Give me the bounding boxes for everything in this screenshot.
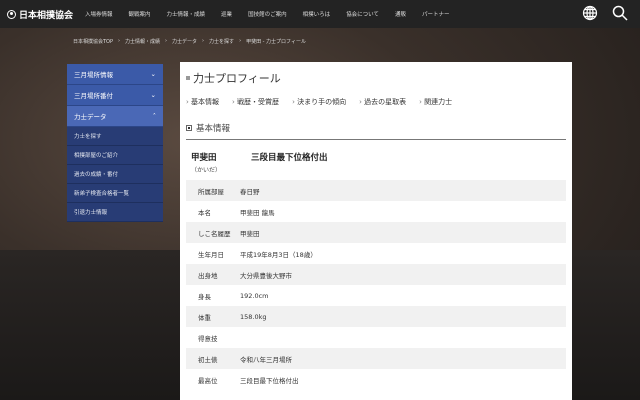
breadcrumb-item[interactable]: 日本相撲協会TOP — [73, 38, 113, 45]
logo-text: 日本相撲協会 — [19, 10, 74, 21]
rikishi-kana: （かいだ） — [191, 167, 222, 174]
row-value: 甲斐田 龍馬 — [240, 208, 275, 217]
row-label: 身長 — [198, 292, 211, 301]
rikishi-name: 甲斐田 — [191, 153, 217, 163]
row-label: 出身地 — [198, 271, 218, 280]
tab-related[interactable]: 関連力士 — [419, 97, 452, 107]
sidebar-subitem[interactable]: 引退力士情報 — [67, 203, 163, 222]
row-value: 令和八年三月場所 — [240, 355, 292, 364]
nav-item[interactable]: 国技館のご案内 — [248, 10, 287, 18]
row-value: 三段目最下位格付出 — [240, 376, 299, 385]
chevron-up-icon: ˄ — [152, 112, 156, 120]
table-row: 体重 158.0kg — [186, 306, 566, 327]
breadcrumb-item[interactable]: 力士を探す — [209, 38, 234, 45]
table-row: 出身地 大分県豊後大野市 — [186, 264, 566, 285]
nav-item[interactable]: 相撲いろは — [303, 10, 331, 18]
table-row: 所属部屋 春日野 — [186, 180, 566, 201]
row-value: 春日野 — [240, 187, 260, 196]
site-header: 日本相撲協会 入場券情報 観戦案内 力士情報・成績 巡業 国技館のご案内 相撲い… — [0, 0, 640, 28]
nav-item[interactable]: 通販 — [395, 10, 406, 18]
page-title-text: 力士プロフィール — [193, 72, 281, 85]
sidebar-item[interactable]: 力士データ ˄ — [67, 106, 163, 127]
row-label: しこ名履歴 — [198, 229, 231, 238]
sidebar: 三月場所情報 ⌄ 三月場所番付 ⌄ 力士データ ˄ 力士を探す 相撲部屋のご紹介 過去… — [67, 64, 163, 222]
rikishi-rank: 三段目最下位格付出 — [251, 153, 328, 163]
sidebar-subitem[interactable]: 力士を探す — [67, 127, 163, 146]
profile-tabs: 基本情報 戦歴・受賞歴 決まり手の傾向 過去の星取表 関連力士 — [186, 97, 566, 107]
logo-icon — [7, 9, 16, 19]
row-label: 所属部屋 — [198, 187, 224, 196]
row-label: 生年月日 — [198, 250, 224, 259]
table-row: しこ名履歴 甲斐田 — [186, 222, 566, 243]
table-row: 最高位 三段目最下位格付出 — [186, 369, 566, 390]
logo[interactable]: 日本相撲協会 — [7, 8, 85, 21]
sidebar-label: 力士データ — [74, 113, 107, 121]
nav-item[interactable]: 協会について — [346, 10, 379, 18]
rikishi-name-block: 甲斐田 （かいだ） 三段目最下位格付出 — [186, 151, 566, 174]
breadcrumb-current: 甲斐田 - 力士プロフィール — [246, 39, 306, 45]
nav-item[interactable]: パートナー — [422, 10, 450, 18]
section-heading-text: 基本情報 — [196, 124, 231, 134]
nav-item[interactable]: 入場券情報 — [85, 10, 113, 18]
tab-kimarite[interactable]: 決まり手の傾向 — [292, 97, 346, 107]
row-value: 192.0cm — [240, 291, 269, 300]
nav-item[interactable]: 巡業 — [221, 10, 232, 18]
chevron-down-icon: ⌄ — [150, 91, 156, 99]
table-row: 初土俵 令和八年三月場所 — [186, 348, 566, 369]
search-icon[interactable] — [612, 5, 628, 21]
square-icon — [186, 76, 190, 80]
sidebar-label: 三月場所番付 — [74, 92, 113, 100]
page-title: 力士プロフィール — [186, 70, 566, 86]
row-value: 平成19年8月3日（18歳） — [240, 250, 317, 259]
table-row: 生年月日 平成19年8月3日（18歳） — [186, 243, 566, 264]
sidebar-subitem[interactable]: 新弟子検査合格者一覧 — [67, 184, 163, 203]
sidebar-item[interactable]: 三月場所番付 ⌄ — [67, 85, 163, 106]
sidebar-subitem[interactable]: 相撲部屋のご紹介 — [67, 146, 163, 165]
breadcrumb-item[interactable]: 力士データ — [172, 38, 197, 45]
table-row: 本名 甲斐田 龍馬 — [186, 201, 566, 222]
row-label: 最高位 — [198, 376, 218, 385]
tab-basic-info[interactable]: 基本情報 — [186, 97, 219, 107]
row-label: 得意技 — [198, 334, 218, 343]
table-row: 得意技 — [186, 327, 566, 348]
tab-past-results[interactable]: 過去の星取表 — [359, 97, 406, 107]
row-value: 158.0kg — [240, 312, 267, 321]
nav-item[interactable]: 力士情報・成績 — [167, 10, 206, 18]
row-label: 体重 — [198, 313, 211, 322]
nav-item[interactable]: 観戦案内 — [129, 10, 151, 18]
table-row: 身長 192.0cm — [186, 285, 566, 306]
profile-panel: 力士プロフィール 基本情報 戦歴・受賞歴 決まり手の傾向 過去の星取表 関連力士… — [180, 62, 572, 400]
profile-table: 所属部屋 春日野本名 甲斐田 龍馬しこ名履歴 甲斐田生年月日 平成19年8月3日（18歳… — [186, 180, 566, 390]
main-nav: 入場券情報 観戦案内 力士情報・成績 巡業 国技館のご案内 相撲いろは 協会につ… — [85, 10, 465, 18]
breadcrumb: 日本相撲協会TOP › 力士情報・成績 › 力士データ › 力士を探す › 甲斐田 - … — [73, 38, 306, 45]
sidebar-subitem[interactable]: 過去の成績・番付 — [67, 165, 163, 184]
sidebar-item[interactable]: 三月場所情報 ⌄ — [67, 64, 163, 85]
globe-icon[interactable] — [582, 5, 598, 21]
row-value: 大分県豊後大野市 — [240, 271, 292, 280]
box-icon — [186, 125, 192, 131]
row-label: 初土俵 — [198, 355, 218, 364]
sidebar-label: 三月場所情報 — [74, 71, 113, 79]
section-heading: 基本情報 — [186, 122, 566, 140]
row-value: 甲斐田 — [240, 229, 260, 238]
chevron-down-icon: ⌄ — [150, 70, 156, 78]
breadcrumb-item[interactable]: 力士情報・成績 — [125, 38, 160, 45]
row-label: 本名 — [198, 208, 211, 217]
tab-career[interactable]: 戦歴・受賞歴 — [232, 97, 279, 107]
